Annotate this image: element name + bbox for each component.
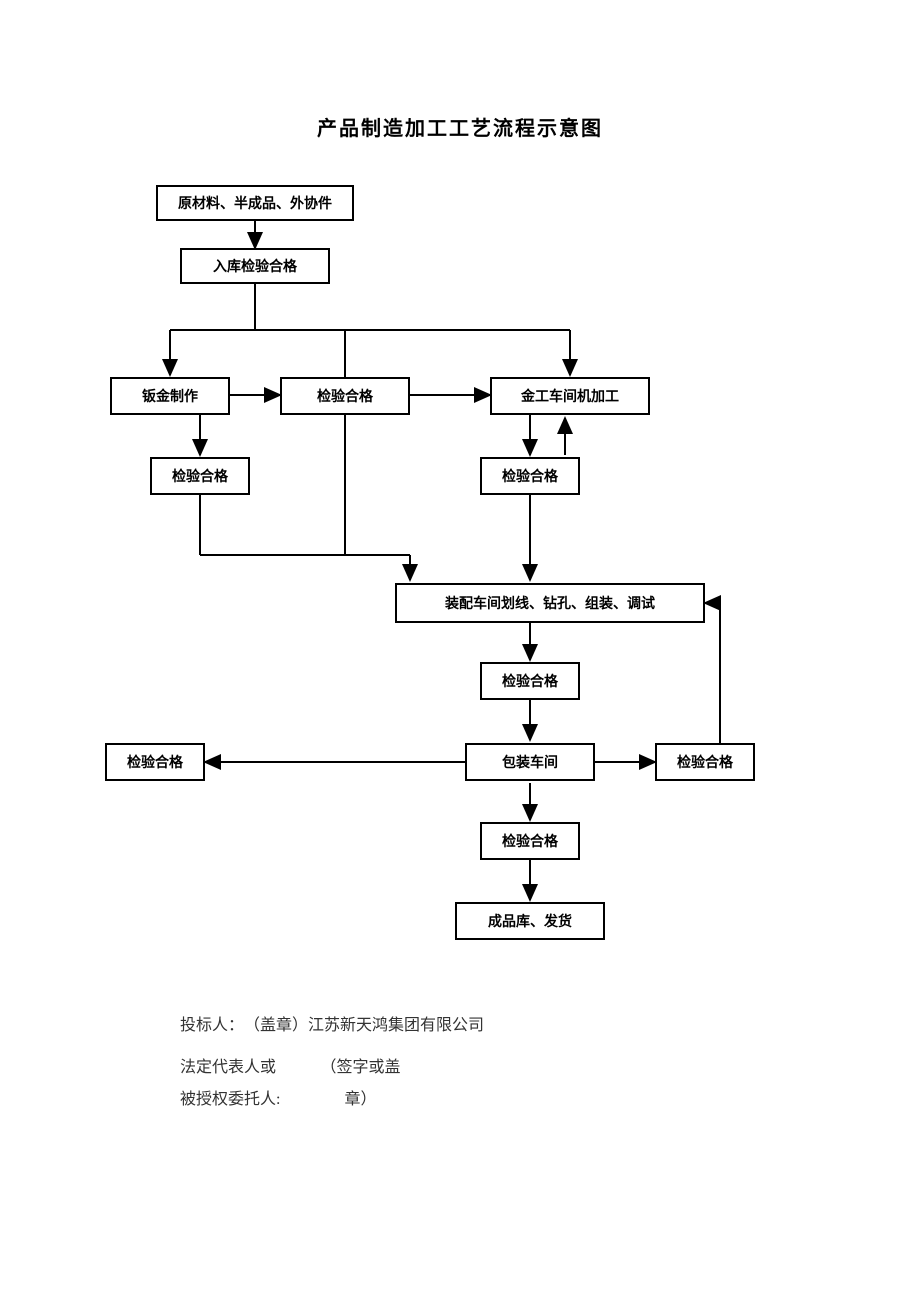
node-packaging: 包装车间 <box>465 743 595 781</box>
rep-line1: 法定代表人或 <box>180 1052 280 1084</box>
bidder-value: （盖章）江苏新天鸿集团有限公司 <box>244 1010 484 1042</box>
bidder-row: 投标人： （盖章）江苏新天鸿集团有限公司 <box>180 1010 740 1042</box>
node-inspect-2: 检验合格 <box>150 457 250 495</box>
node-machining: 金工车间机加工 <box>490 377 650 415</box>
bidder-label: 投标人： <box>180 1010 244 1042</box>
footer-block: 投标人： （盖章）江苏新天鸿集团有限公司 法定代表人或 被授权委托人: （签字或… <box>180 1010 740 1116</box>
node-finished-goods: 成品库、发货 <box>455 902 605 940</box>
sign-line2: 章） <box>320 1084 400 1116</box>
node-inspect-left: 检验合格 <box>105 743 205 781</box>
node-assembly: 装配车间划线、钻孔、组装、调试 <box>395 583 705 623</box>
node-sheet-metal: 钣金制作 <box>110 377 230 415</box>
sign-line1: （签字或盖 <box>320 1052 400 1084</box>
node-inspect-right: 检验合格 <box>655 743 755 781</box>
page-title: 产品制造加工工艺流程示意图 <box>0 112 920 141</box>
rep-line2: 被授权委托人: <box>180 1084 280 1116</box>
node-inspect-4: 检验合格 <box>480 662 580 700</box>
connector-lines <box>110 185 810 955</box>
node-inspect-3: 检验合格 <box>480 457 580 495</box>
representative-row: 法定代表人或 被授权委托人: （签字或盖 章） <box>180 1052 740 1116</box>
flowchart-diagram: 原材料、半成品、外协件 入库检验合格 钣金制作 检验合格 金工车间机加工 检验合… <box>110 185 810 955</box>
node-inspect-5: 检验合格 <box>480 822 580 860</box>
node-incoming-inspection: 入库检验合格 <box>180 248 330 284</box>
node-inspect-1: 检验合格 <box>280 377 410 415</box>
node-raw-materials: 原材料、半成品、外协件 <box>156 185 354 221</box>
